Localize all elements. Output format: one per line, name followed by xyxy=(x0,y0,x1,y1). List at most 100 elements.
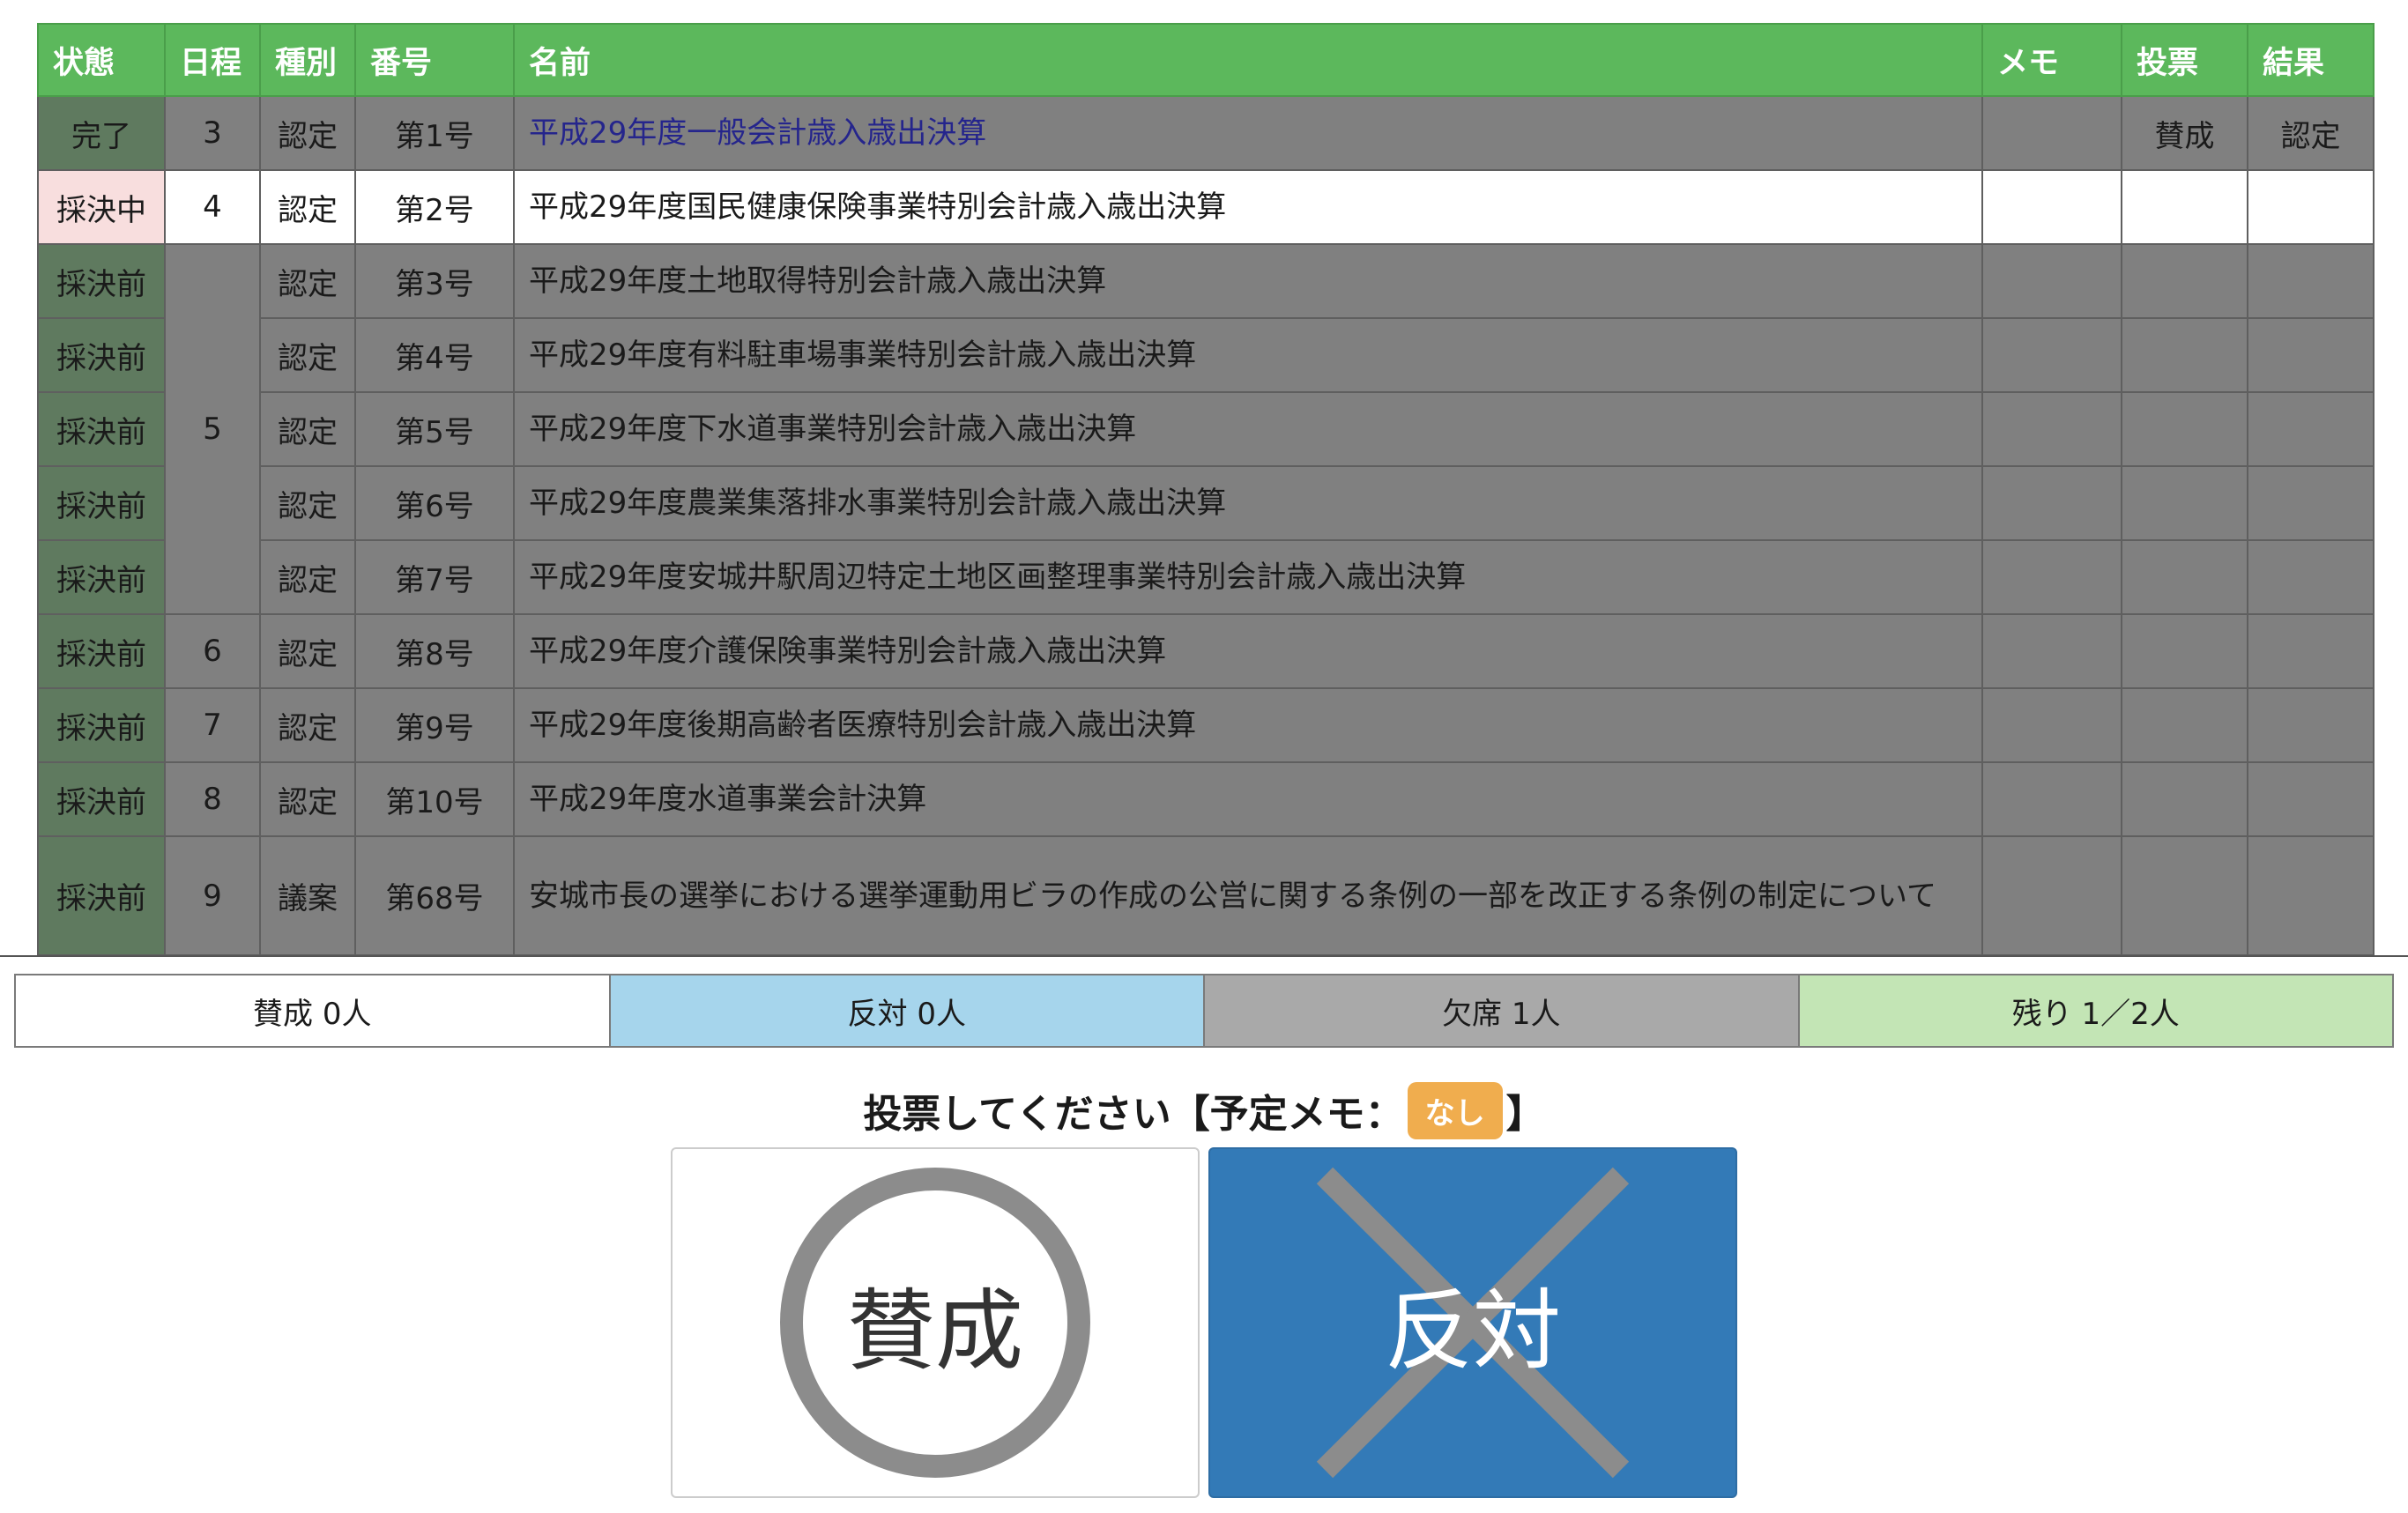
table-row[interactable]: 採決前 認定 第6号 平成29年度農業集落排水事業特別会計歳入歳出決算 xyxy=(37,465,2375,541)
status-cell: 採決前 xyxy=(37,687,166,763)
name-cell: 平成29年度土地取得特別会計歳入歳出決算 xyxy=(513,243,1983,319)
number-cell: 第4号 xyxy=(354,317,515,393)
status-cell: 採決中 xyxy=(37,169,166,245)
day-cell: 5 xyxy=(164,243,261,615)
memo-cell xyxy=(1981,243,2122,319)
table-row[interactable]: 完了 3 認定 第1号 平成29年度一般会計歳入歳出決算 賛成 認定 xyxy=(37,95,2375,171)
status-cell: 採決前 xyxy=(37,613,166,689)
tally-oppose: 反対 0人 xyxy=(610,975,1205,1046)
status-cell: 完了 xyxy=(37,95,166,171)
agenda-table: 状態 日程 種別 番号 名前 メモ 投票 結果 完了 3 認定 第1号 平成29… xyxy=(37,23,2375,956)
vote-cell xyxy=(2121,613,2248,689)
divider xyxy=(0,955,2408,957)
vote-cell xyxy=(2121,169,2248,245)
memo-badge: なし xyxy=(1407,1081,1503,1139)
memo-cell xyxy=(1981,465,2122,541)
vote-cell xyxy=(2121,539,2248,615)
result-cell xyxy=(2247,539,2375,615)
header-type: 種別 xyxy=(259,23,356,97)
result-cell: 認定 xyxy=(2247,95,2375,171)
memo-cell xyxy=(1981,317,2122,393)
table-header: 状態 日程 種別 番号 名前 メモ 投票 結果 xyxy=(37,23,2375,97)
status-cell: 採決前 xyxy=(37,243,166,319)
header-number: 番号 xyxy=(354,23,515,97)
type-cell: 認定 xyxy=(259,391,356,467)
memo-cell xyxy=(1981,687,2122,763)
number-cell: 第10号 xyxy=(354,761,515,837)
name-cell: 平成29年度介護保険事業特別会計歳入歳出決算 xyxy=(513,613,1983,689)
header-status: 状態 xyxy=(37,23,166,97)
number-cell: 第2号 xyxy=(354,169,515,245)
table-body: 完了 3 認定 第1号 平成29年度一般会計歳入歳出決算 賛成 認定 採決中 4… xyxy=(37,95,2375,956)
type-cell: 認定 xyxy=(259,465,356,541)
table-row-active[interactable]: 採決中 4 認定 第2号 平成29年度国民健康保険事業特別会計歳入歳出決算 xyxy=(37,169,2375,245)
table-row[interactable]: 採決前 7 認定 第9号 平成29年度後期高齢者医療特別会計歳入歳出決算 xyxy=(37,687,2375,763)
name-cell: 平成29年度後期高齢者医療特別会計歳入歳出決算 xyxy=(513,687,1983,763)
status-cell: 採決前 xyxy=(37,391,166,467)
header-day: 日程 xyxy=(164,23,261,97)
result-cell xyxy=(2247,835,2375,956)
vote-cell xyxy=(2121,391,2248,467)
status-cell: 採決前 xyxy=(37,761,166,837)
type-cell: 認定 xyxy=(259,539,356,615)
name-cell: 平成29年度有料駐車場事業特別会計歳入歳出決算 xyxy=(513,317,1983,393)
number-cell: 第7号 xyxy=(354,539,515,615)
type-cell: 認定 xyxy=(259,613,356,689)
number-cell: 第1号 xyxy=(354,95,515,171)
table-row[interactable]: 採決前 6 認定 第8号 平成29年度介護保険事業特別会計歳入歳出決算 xyxy=(37,613,2375,689)
type-cell: 認定 xyxy=(259,95,356,171)
agree-label: 賛成 xyxy=(847,1279,1023,1383)
memo-cell xyxy=(1981,613,2122,689)
name-cell: 安城市長の選挙における選挙運動用ビラの作成の公営に関する条例の一部を改正する条例… xyxy=(513,835,1983,956)
vote-cell xyxy=(2121,243,2248,319)
name-cell: 平成29年度農業集落排水事業特別会計歳入歳出決算 xyxy=(513,465,1983,541)
table-row[interactable]: 採決前 9 議案 第68号 安城市長の選挙における選挙運動用ビラの作成の公営に関… xyxy=(37,835,2375,956)
number-cell: 第8号 xyxy=(354,613,515,689)
memo-cell xyxy=(1981,95,2122,171)
agree-button[interactable]: 賛成 xyxy=(671,1147,1200,1498)
vote-cell: 賛成 xyxy=(2121,95,2248,171)
oppose-label: 反対 xyxy=(1385,1279,1561,1383)
number-cell: 第5号 xyxy=(354,391,515,467)
memo-cell xyxy=(1981,539,2122,615)
result-cell xyxy=(2247,169,2375,245)
status-cell: 採決前 xyxy=(37,539,166,615)
type-cell: 認定 xyxy=(259,687,356,763)
table-row[interactable]: 採決前 認定 第5号 平成29年度下水道事業特別会計歳入歳出決算 xyxy=(37,391,2375,467)
type-cell: 認定 xyxy=(259,317,356,393)
type-cell: 認定 xyxy=(259,761,356,837)
header-memo: メモ xyxy=(1981,23,2122,97)
type-cell: 認定 xyxy=(259,243,356,319)
oppose-button[interactable]: 反対 xyxy=(1208,1147,1737,1498)
vote-prompt: 投票してください【予定メモ： なし 】 xyxy=(0,1075,2408,1146)
agenda-name-link[interactable]: 平成29年度一般会計歳入歳出決算 xyxy=(529,115,986,151)
header-name: 名前 xyxy=(513,23,1983,97)
number-cell: 第6号 xyxy=(354,465,515,541)
header-vote: 投票 xyxy=(2121,23,2248,97)
table-row[interactable]: 採決前 5 認定 第3号 平成29年度土地取得特別会計歳入歳出決算 xyxy=(37,243,2375,615)
table-row[interactable]: 採決前 認定 第4号 平成29年度有料駐車場事業特別会計歳入歳出決算 xyxy=(37,317,2375,393)
prompt-close: 】 xyxy=(1505,1092,1545,1137)
vote-cell xyxy=(2121,317,2248,393)
status-cell: 採決前 xyxy=(37,465,166,541)
number-cell: 第9号 xyxy=(354,687,515,763)
table-row[interactable]: 採決前 認定 第7号 平成29年度安城井駅周辺特定土地区画整理事業特別会計歳入歳… xyxy=(37,539,2375,615)
tally-agree: 賛成 0人 xyxy=(16,975,611,1046)
memo-cell xyxy=(1981,169,2122,245)
type-cell: 議案 xyxy=(259,835,356,956)
memo-cell xyxy=(1981,391,2122,467)
number-cell: 第68号 xyxy=(354,835,515,956)
number-cell: 第3号 xyxy=(354,243,515,319)
result-cell xyxy=(2247,391,2375,467)
vote-cell xyxy=(2121,687,2248,763)
vote-cell xyxy=(2121,761,2248,837)
status-cell: 採決前 xyxy=(37,317,166,393)
table-row[interactable]: 採決前 8 認定 第10号 平成29年度水道事業会計決算 xyxy=(37,761,2375,837)
result-cell xyxy=(2247,465,2375,541)
day-cell: 3 xyxy=(164,95,261,171)
name-cell: 平成29年度国民健康保険事業特別会計歳入歳出決算 xyxy=(513,169,1983,245)
tally-remaining: 残り 1／2人 xyxy=(1799,975,2392,1046)
day-cell: 7 xyxy=(164,687,261,763)
day-cell: 4 xyxy=(164,169,261,245)
memo-cell xyxy=(1981,761,2122,837)
